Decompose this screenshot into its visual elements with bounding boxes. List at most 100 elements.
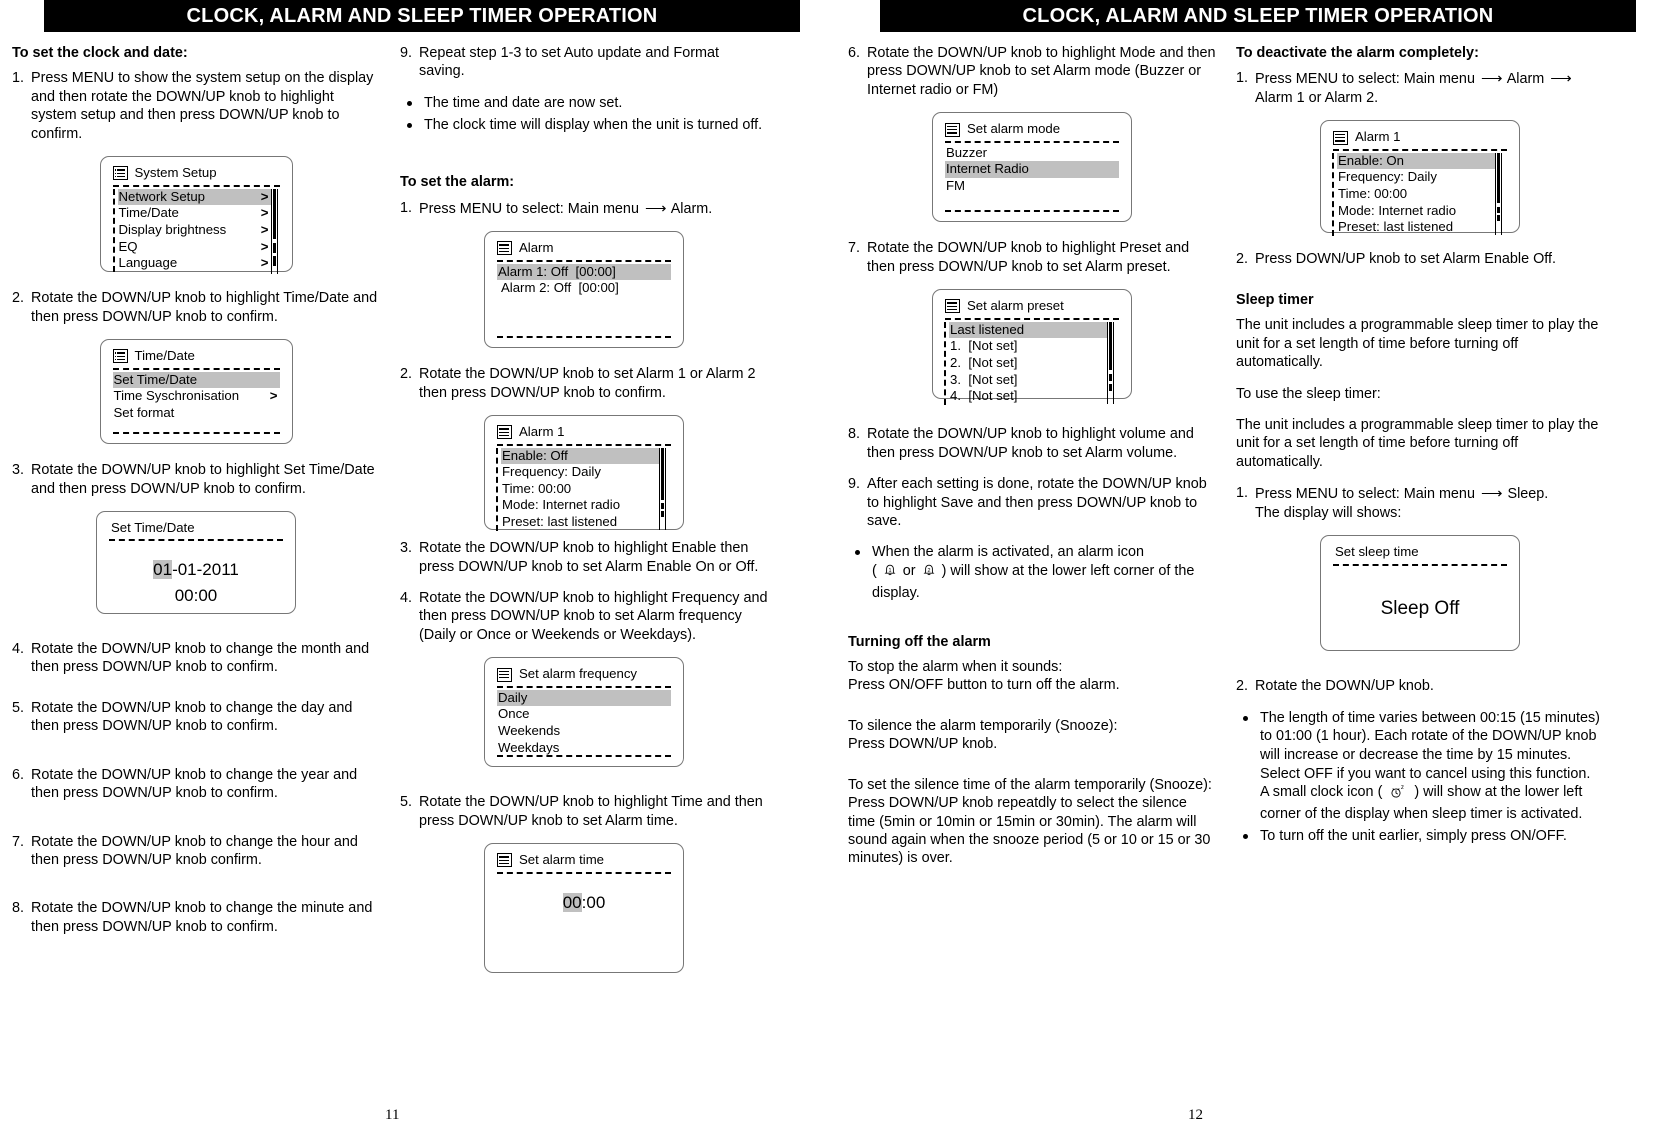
alarm-step-5-text: Rotate the DOWN/UP knob to highlight Tim…: [419, 794, 763, 829]
list-item-label: Set Time/Date: [113, 371, 198, 387]
step-7: 7. Rotate the DOWN/UP knob to change the…: [12, 833, 380, 870]
screen-alarm-mode: Set alarm mode Buzzer Internet Radio FM: [932, 112, 1132, 223]
list-item[interactable]: Frequency: Daily: [1337, 169, 1495, 186]
alarm-step-8-number: 8.: [848, 426, 861, 443]
scrollbar[interactable]: [1107, 321, 1114, 404]
screen-alarm-preset-title-row: Set alarm preset: [945, 299, 1119, 317]
step-2-number: 2.: [12, 290, 25, 307]
date-value-row[interactable]: 01-01-2011: [109, 557, 283, 583]
heading-deactivate-alarm: To deactivate the alarm completely:: [1236, 45, 1479, 61]
list-item-label: Set format: [113, 404, 175, 420]
list-item[interactable]: Weekdays: [497, 740, 671, 757]
list-item[interactable]: 4. [Not set]: [949, 388, 1107, 405]
list-item[interactable]: Weekends: [497, 723, 671, 740]
list-item[interactable]: Enable: On: [1337, 152, 1495, 170]
screen-set-time-date: Set Time/Date 01-01-2011 00:00: [96, 510, 296, 614]
step-3-number: 3.: [12, 462, 25, 479]
menu-list-icon: [497, 241, 512, 256]
arrow-right-icon: ⟶: [1550, 70, 1571, 88]
list-item[interactable]: > Time/Date: [118, 205, 271, 222]
step-5: 5. Rotate the DOWN/UP knob to change the…: [12, 699, 380, 736]
list-item[interactable]: > EQ: [118, 239, 271, 256]
menu-list-icon: [497, 425, 512, 440]
list-item[interactable]: Time: 00:00: [1337, 186, 1495, 203]
alarm-step-7: 7. Rotate the DOWN/UP knob to highlight …: [848, 239, 1216, 276]
list-item[interactable]: 3. [Not set]: [949, 372, 1107, 389]
screen-alarm-1-list: Enable: Off Frequency: Daily Time: 00:00…: [496, 447, 666, 531]
list-item-label: Time Syschronisation: [113, 388, 240, 404]
list-item-value: [Not set]: [968, 371, 1018, 387]
list-item-label: Last listened: [950, 321, 1025, 337]
list-item[interactable]: Once: [497, 706, 671, 723]
list-item[interactable]: > Display brightness: [118, 222, 271, 239]
step-9-number: 9.: [400, 45, 413, 61]
list-item[interactable]: Alarm 2: Off [00:00]: [497, 280, 671, 297]
alarm-step-2-text: Rotate the DOWN/UP knob to set Alarm 1 o…: [419, 366, 756, 401]
list-item[interactable]: Buzzer: [945, 145, 1119, 162]
step-6-number: 6.: [12, 766, 25, 783]
scrollbar[interactable]: [270, 188, 278, 274]
list-item[interactable]: Last listened: [949, 321, 1107, 339]
sleep-timer-paragraph-2: To use the sleep timer:: [1236, 385, 1381, 402]
list-item[interactable]: Frequency: Daily: [501, 464, 659, 481]
step-2-text: Rotate the DOWN/UP knob to highlight Tim…: [31, 290, 378, 325]
list-item[interactable]: Preset: last listened: [1337, 219, 1495, 236]
list-item: The clock time will display when the uni…: [400, 116, 768, 135]
menu-list-icon: [497, 853, 512, 868]
scrollbar[interactable]: [659, 447, 666, 530]
alarm-step-4: 4. Rotate the DOWN/UP knob to highlight …: [400, 589, 768, 644]
alarm-step-3-text: Rotate the DOWN/UP knob to highlight Ena…: [419, 540, 759, 575]
screen-alarm-frequency: Set alarm frequency Daily Once Weekends …: [484, 657, 684, 768]
sleep-step-2: 2. Rotate the DOWN/UP knob.: [1236, 677, 1604, 695]
date-rest-value: -01-2011: [172, 560, 239, 580]
list-item[interactable]: Alarm 1: Off [00:00]: [497, 263, 671, 281]
sleep-step-2-text: Rotate the DOWN/UP knob.: [1255, 678, 1434, 695]
time-value[interactable]: 00:00: [109, 583, 283, 609]
list-item[interactable]: Internet Radio: [945, 161, 1119, 179]
alarm-step-6-text: Rotate the DOWN/UP knob to highlight Mod…: [867, 45, 1216, 98]
alarm-step-8: 8. Rotate the DOWN/UP knob to highlight …: [848, 425, 1216, 462]
sleep-time-value[interactable]: Sleep Off: [1333, 568, 1507, 620]
screen-alarm-mode-title: Set alarm mode: [967, 121, 1061, 137]
alarm-step-1: 1. Press MENU to select: Main menu ⟶ Ala…: [400, 199, 768, 218]
step-4-number: 4.: [12, 640, 25, 657]
alarm-time-value-row[interactable]: 00:00: [497, 876, 671, 916]
list-item[interactable]: Set Time/Date: [112, 371, 280, 389]
list-item[interactable]: 1. [Not set]: [949, 338, 1107, 355]
alarm-icon-note-list: When the alarm is activated, an alarm ic…: [848, 543, 1216, 602]
list-item: The time and date are now set.: [400, 94, 768, 113]
list-item-label: Alarm 1: Off: [498, 263, 569, 279]
list-item-label: Buzzer: [946, 144, 988, 160]
step-5-number: 5.: [12, 699, 25, 716]
deactivate-step-2-number: 2.: [1236, 251, 1249, 268]
scrollbar[interactable]: [1495, 152, 1502, 235]
screen-alarm: Alarm Alarm 1: Off [00:00] Alarm 2: Off …: [484, 231, 684, 349]
divider: [1333, 563, 1507, 566]
list-item[interactable]: Preset: last listened: [501, 514, 659, 531]
list-item[interactable]: FM: [945, 178, 1119, 195]
snooze-set-line-2: Press DOWN/UP knob repeatdly to select t…: [848, 795, 1211, 867]
heading-set-clock-date: To set the clock and date:: [12, 45, 188, 61]
sleep-step-2-number: 2.: [1236, 678, 1249, 695]
list-item[interactable]: 2. [Not set]: [949, 355, 1107, 372]
column-3: 6. Rotate the DOWN/UP knob to highlight …: [842, 44, 1222, 1084]
alarm-icon-note-pre: When the alarm is activated, an alarm ic…: [872, 544, 1144, 561]
menu-list-icon: [112, 349, 128, 364]
list-item[interactable]: Set format: [113, 405, 280, 422]
list-item[interactable]: Mode: Internet radio: [1337, 203, 1495, 220]
list-item[interactable]: > Time Syschronisation: [113, 388, 280, 405]
list-item-value: [Not set]: [968, 338, 1018, 354]
list-item[interactable]: > Network Setup: [117, 188, 271, 206]
list-item[interactable]: Daily: [497, 689, 671, 707]
alarm-step-9-text: After each setting is done, rotate the D…: [867, 476, 1207, 529]
list-item-value: [Not set]: [968, 354, 1018, 370]
list-item[interactable]: Enable: Off: [501, 447, 659, 465]
heading-turning-off-alarm: Turning off the alarm: [848, 633, 991, 650]
divider-bottom: [497, 336, 671, 339]
list-item[interactable]: > Language: [118, 255, 271, 272]
list-item-label: Preset: last listened: [1338, 219, 1454, 235]
list-left-edge: [112, 188, 115, 272]
divider: [497, 443, 671, 446]
list-item[interactable]: Mode: Internet radio: [501, 497, 659, 514]
list-item[interactable]: Time: 00:00: [501, 481, 659, 498]
